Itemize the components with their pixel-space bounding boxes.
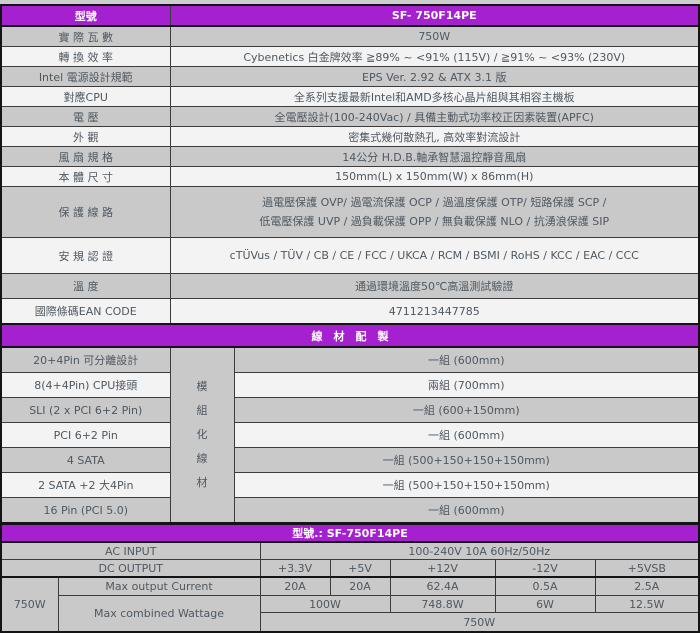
cable-value: 一組 (600mm)	[233, 422, 700, 448]
ac-input-row: AC INPUT 100-240V 10A 60Hz/50Hz	[0, 541, 700, 560]
spec-row-certifications: 安 規 認 證 cTÜVus / TÜV / CB / CE / FCC / U…	[0, 237, 700, 274]
current-3v3: 20A	[259, 576, 331, 596]
combined-wattage-row: Max combined Wattage 100W 748.8W 6W 12.5…	[1, 595, 700, 633]
spec-table: 型號 SF- 750F14PE 實 際 瓦 數 750W 轉 換 效 率 Cyb…	[0, 4, 700, 524]
spec-row-cpu: 對應CPU 全系列支援最新Intel和AMD多核心晶片組與其相容主機板	[0, 86, 700, 107]
spec-row-fan: 風 扇 規 格 14公分 H.D.B.軸承智慧溫控靜音風扇	[0, 146, 700, 167]
dc-output-row: DC OUTPUT +3.3V +5V +12V -12V +5VSB	[0, 559, 700, 578]
spec-value: 150mm(L) x 150mm(W) x 86mm(H)	[169, 166, 700, 187]
spec-label: 實 際 瓦 數	[0, 25, 171, 47]
cable-label: 16 Pin (PCI 5.0)	[0, 497, 171, 524]
spec-label: 電 壓	[0, 106, 171, 127]
spec-row-appearance: 外 觀 密集式幾何散熱孔, 高效率對流設計	[0, 126, 700, 147]
spec-value: 全系列支援最新Intel和AMD多核心晶片組與其相容主機板	[169, 86, 700, 107]
combined-total: 750W	[259, 612, 700, 633]
max-wattage-label: Max combined Wattage	[57, 595, 261, 633]
spec-value: cTÜVus / TÜV / CB / CE / FCC / UKCA / RC…	[169, 237, 700, 274]
output-header-row: 型號.: SF-750F14PE	[0, 523, 700, 543]
spec-value: 全電壓設計(100-240Vac) / 具備主動式功率校正因素裝置(APFC)	[169, 106, 700, 127]
cable-value: 一組 (600mm)	[233, 497, 700, 524]
cable-value: 兩組 (700mm)	[233, 372, 700, 398]
cable-label: 4 SATA	[0, 447, 171, 473]
rail-5v: +5V	[329, 559, 391, 578]
spec-value: Cybenetics 白金牌效率 ≧89% ~ <91% (115V) / ≧9…	[169, 46, 700, 67]
wattage-neg12v: 6W	[494, 595, 596, 613]
spec-label: 國際條碼EAN CODE	[0, 298, 171, 325]
spec-value: 過電壓保護 OVP/ 過電流保護 OCP / 過溫度保護 OTP/ 短路保護 S…	[169, 186, 700, 238]
spec-row-efficiency: 轉 換 效 率 Cybenetics 白金牌效率 ≧89% ~ <91% (11…	[0, 46, 700, 67]
cable-row-pci: PCI 6+2 Pin 一組 (600mm)	[0, 422, 700, 448]
current-5v: 20A	[329, 576, 391, 596]
spec-row-wattage: 實 際 瓦 數 750W	[0, 25, 700, 47]
ac-input-label: AC INPUT	[0, 541, 261, 560]
cable-row-16pin: 16 Pin (PCI 5.0) 一組 (600mm)	[0, 497, 700, 524]
output-table: 型號.: SF-750F14PE AC INPUT 100-240V 10A 6…	[0, 523, 700, 633]
spec-value: 4711213447785	[169, 298, 700, 325]
spec-label: 保 護 線 路	[0, 186, 171, 238]
cable-label: SLI (2 x PCI 6+2 Pin)	[0, 397, 171, 423]
cable-label: 2 SATA +2 大4Pin	[0, 472, 171, 498]
spec-row-intel-spec: Intel 電源設計規範 EPS Ver. 2.92 & ATX 3.1 版	[0, 66, 700, 87]
cable-label: PCI 6+2 Pin	[0, 422, 171, 448]
wattage-5vsb: 12.5W	[594, 595, 700, 613]
spec-label: 轉 換 效 率	[0, 46, 171, 67]
max-current-row: 750W Max output Current 20A 20A 62.4A 0.…	[0, 576, 700, 633]
output-table-title: 型號.: SF-750F14PE	[0, 523, 700, 543]
cable-value: 一組 (600mm)	[233, 346, 700, 373]
cable-section-header-row: 線 材 配 製	[0, 323, 700, 348]
spec-label: 溫 度	[0, 273, 171, 299]
wattage-3v3-5v: 100W	[259, 595, 391, 613]
spec-label: Intel 電源設計規範	[0, 66, 171, 87]
spec-label: 外 觀	[0, 126, 171, 147]
current-12v: 62.4A	[389, 576, 496, 596]
modular-cable-label: 模組化線材	[169, 346, 235, 524]
rail-5vsb: +5VSB	[594, 559, 700, 578]
rail-12v: +12V	[389, 559, 496, 578]
total-wattage: 750W	[0, 576, 59, 633]
spec-value: 750W	[169, 25, 700, 47]
spec-label: 安 規 認 證	[0, 237, 171, 274]
wattage-12v: 748.8W	[389, 595, 496, 613]
max-current-label: Max output Current	[57, 576, 261, 596]
cable-row-cpu: 8(4+4Pin) CPU接頭 兩組 (700mm)	[0, 372, 700, 398]
cable-row-sata: 4 SATA 一組 (500+150+150+150mm)	[0, 447, 700, 473]
rail-neg12v: -12V	[494, 559, 596, 578]
cable-label: 20+4Pin 可分離設計	[0, 346, 171, 373]
dc-output-label: DC OUTPUT	[0, 559, 261, 578]
spec-row-temperature: 溫 度 通過環境溫度50℃高溫測試驗證	[0, 273, 700, 299]
spec-value: 14公分 H.D.B.軸承智慧溫控靜音風扇	[169, 146, 700, 167]
cable-row-atx: 20+4Pin 可分離設計 模組化線材 一組 (600mm)	[0, 346, 700, 524]
spec-row-ean: 國際條碼EAN CODE 4711213447785	[0, 298, 700, 325]
cable-value: 一組 (500+150+150+150mm)	[233, 447, 700, 473]
cable-label: 8(4+4Pin) CPU接頭	[0, 372, 171, 398]
cable-row-sata-molex: 2 SATA +2 大4Pin 一組 (500+150+150+150mm)	[0, 472, 700, 498]
spec-header-label: 型號	[0, 4, 171, 27]
spec-value: 通過環境溫度50℃高溫測試驗證	[169, 273, 700, 299]
model-number: SF- 750F14PE	[169, 4, 700, 27]
cable-section-title: 線 材 配 製	[0, 323, 700, 348]
spec-label: 本 體 尺 寸	[0, 166, 171, 187]
current-neg12v: 0.5A	[494, 576, 596, 596]
spec-value: 密集式幾何散熱孔, 高效率對流設計	[169, 126, 700, 147]
spec-label: 風 扇 規 格	[0, 146, 171, 167]
cable-value: 一組 (600+150mm)	[233, 397, 700, 423]
spec-value: EPS Ver. 2.92 & ATX 3.1 版	[169, 66, 700, 87]
spec-header-row: 型號 SF- 750F14PE	[0, 4, 700, 27]
ac-input-value: 100-240V 10A 60Hz/50Hz	[259, 541, 700, 560]
spec-label: 對應CPU	[0, 86, 171, 107]
spec-row-dimensions: 本 體 尺 寸 150mm(L) x 150mm(W) x 86mm(H)	[0, 166, 700, 187]
cable-value: 一組 (500+150+150+150mm)	[233, 472, 700, 498]
spec-row-protections: 保 護 線 路 過電壓保護 OVP/ 過電流保護 OCP / 過溫度保護 OTP…	[0, 186, 700, 238]
cable-row-sli: SLI (2 x PCI 6+2 Pin) 一組 (600+150mm)	[0, 397, 700, 423]
rail-3v3: +3.3V	[259, 559, 331, 578]
spec-row-voltage: 電 壓 全電壓設計(100-240Vac) / 具備主動式功率校正因素裝置(AP…	[0, 106, 700, 127]
current-5vsb: 2.5A	[594, 576, 700, 596]
